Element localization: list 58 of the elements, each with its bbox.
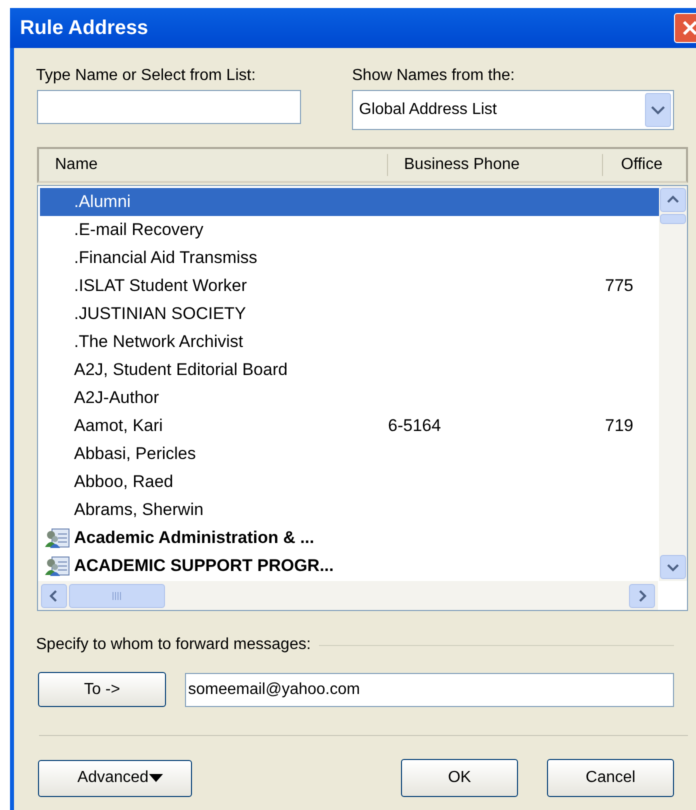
horizontal-scrollbar[interactable]	[38, 581, 658, 610]
list-row[interactable]: .Alumni	[40, 188, 659, 216]
name-text: Abbasi, Pericles	[74, 443, 196, 466]
column-header[interactable]: Name	[39, 154, 388, 176]
caret-icon	[148, 774, 163, 782]
list-row[interactable]: .Financial Aid Transmiss	[40, 244, 659, 272]
office-text: 719	[605, 416, 634, 436]
recipient-input-field[interactable]: someemail@yahoo.com	[185, 672, 674, 706]
close-icon	[681, 19, 696, 37]
address-list-dropdown[interactable]: Global Address List	[352, 90, 674, 130]
name-input-field[interactable]	[37, 90, 301, 124]
list-row[interactable]: .ISLAT Student Worker 775	[40, 272, 659, 300]
name-text: .Alumni	[74, 191, 131, 214]
list-row[interactable]: Abrams, Sherwin	[40, 496, 659, 524]
scroll-left-button[interactable]	[41, 584, 67, 608]
name-text: Abboo, Raed	[74, 471, 174, 494]
cancel-button[interactable]: Cancel	[547, 759, 674, 797]
field-label: Type Name or Select from List:	[36, 66, 257, 86]
list-row[interactable]: .The Network Archivist	[40, 328, 659, 356]
name-text: Abrams, Sherwin	[74, 499, 204, 522]
name-text: ACADEMIC SUPPORT PROGR...	[74, 555, 334, 578]
group-icon	[44, 527, 70, 549]
column-header[interactable]: Business Phone	[388, 154, 603, 176]
name-text: .ISLAT Student Worker	[74, 275, 247, 298]
name-text: Aamot, Kari	[74, 415, 163, 438]
group-icon	[44, 555, 70, 577]
name-text: .Financial Aid Transmiss	[74, 247, 258, 270]
ok-button[interactable]: OK	[400, 759, 518, 797]
list-row[interactable]: Academic Administration & ...	[40, 524, 659, 552]
field-label: Show Names from the:	[352, 66, 516, 86]
list-row[interactable]: Aamot, Kari 6-5164 719	[40, 412, 659, 440]
name-text: A2J, Student Editorial Board	[74, 359, 288, 382]
grip-icon	[112, 592, 122, 600]
section-label: Specify to whom to forward messages:	[36, 635, 311, 655]
to-button[interactable]: To ->	[38, 672, 166, 707]
advanced-button[interactable]: Advanced	[38, 760, 192, 796]
list-row[interactable]: ACADEMIC SUPPORT PROGR...	[40, 552, 659, 580]
list-row[interactable]: A2J, Student Editorial Board	[40, 356, 659, 384]
office-text: 775	[605, 276, 634, 296]
name-text: A2J-Author	[74, 387, 160, 410]
name-text: Academic Administration & ...	[74, 527, 314, 550]
name-text: .The Network Archivist	[74, 331, 244, 354]
list-row[interactable]: A2J-Author	[40, 384, 659, 412]
vertical-scrollbar[interactable]	[659, 186, 687, 581]
list-row[interactable]: Abboo, Raed	[40, 468, 659, 496]
list-row[interactable]: .JUSTINIAN SOCIETY	[40, 300, 659, 328]
scroll-down-button[interactable]	[660, 555, 686, 579]
phone-text: 6-5164	[388, 416, 441, 436]
column-header[interactable]: Office	[603, 154, 662, 176]
name-text: .E-mail Recovery	[74, 219, 204, 242]
name-text: .JUSTINIAN SOCIETY	[74, 303, 246, 326]
scroll-thumb[interactable]	[69, 584, 165, 608]
scroll-right-button[interactable]	[629, 584, 655, 608]
scroll-thumb[interactable]	[660, 214, 686, 224]
window-title: Rule Address	[20, 16, 148, 41]
scroll-up-button[interactable]	[660, 188, 686, 212]
list-row[interactable]: .E-mail Recovery	[40, 216, 659, 244]
list-row[interactable]: Abbasi, Pericles	[40, 440, 659, 468]
